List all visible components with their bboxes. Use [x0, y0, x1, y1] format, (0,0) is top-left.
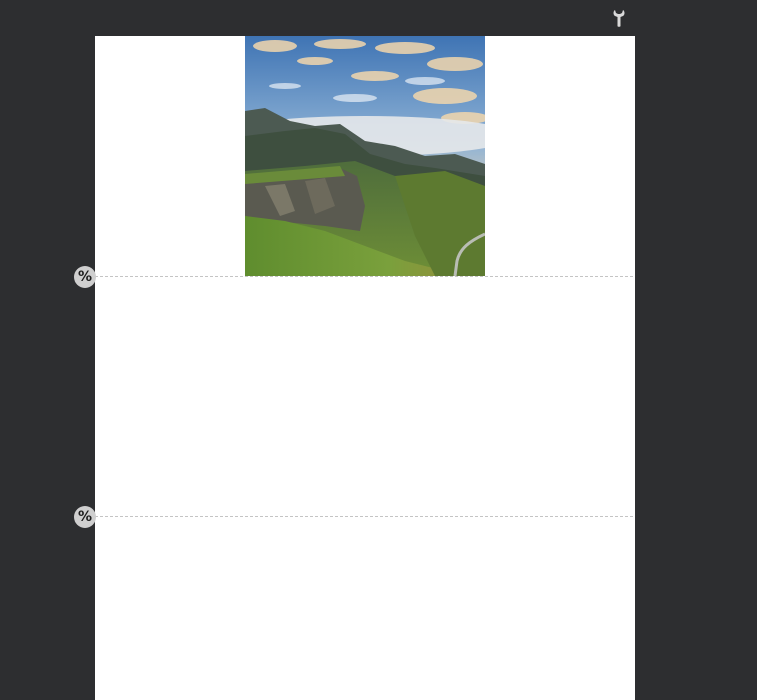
landscape-image[interactable] [245, 36, 485, 276]
wrench-icon[interactable] [612, 9, 626, 27]
editor-workspace: % % [0, 0, 757, 700]
section-divider [95, 516, 633, 517]
percent-icon[interactable]: % [74, 266, 96, 288]
percent-icon[interactable]: % [74, 506, 96, 528]
page-canvas [95, 36, 635, 700]
section-divider [95, 276, 633, 277]
